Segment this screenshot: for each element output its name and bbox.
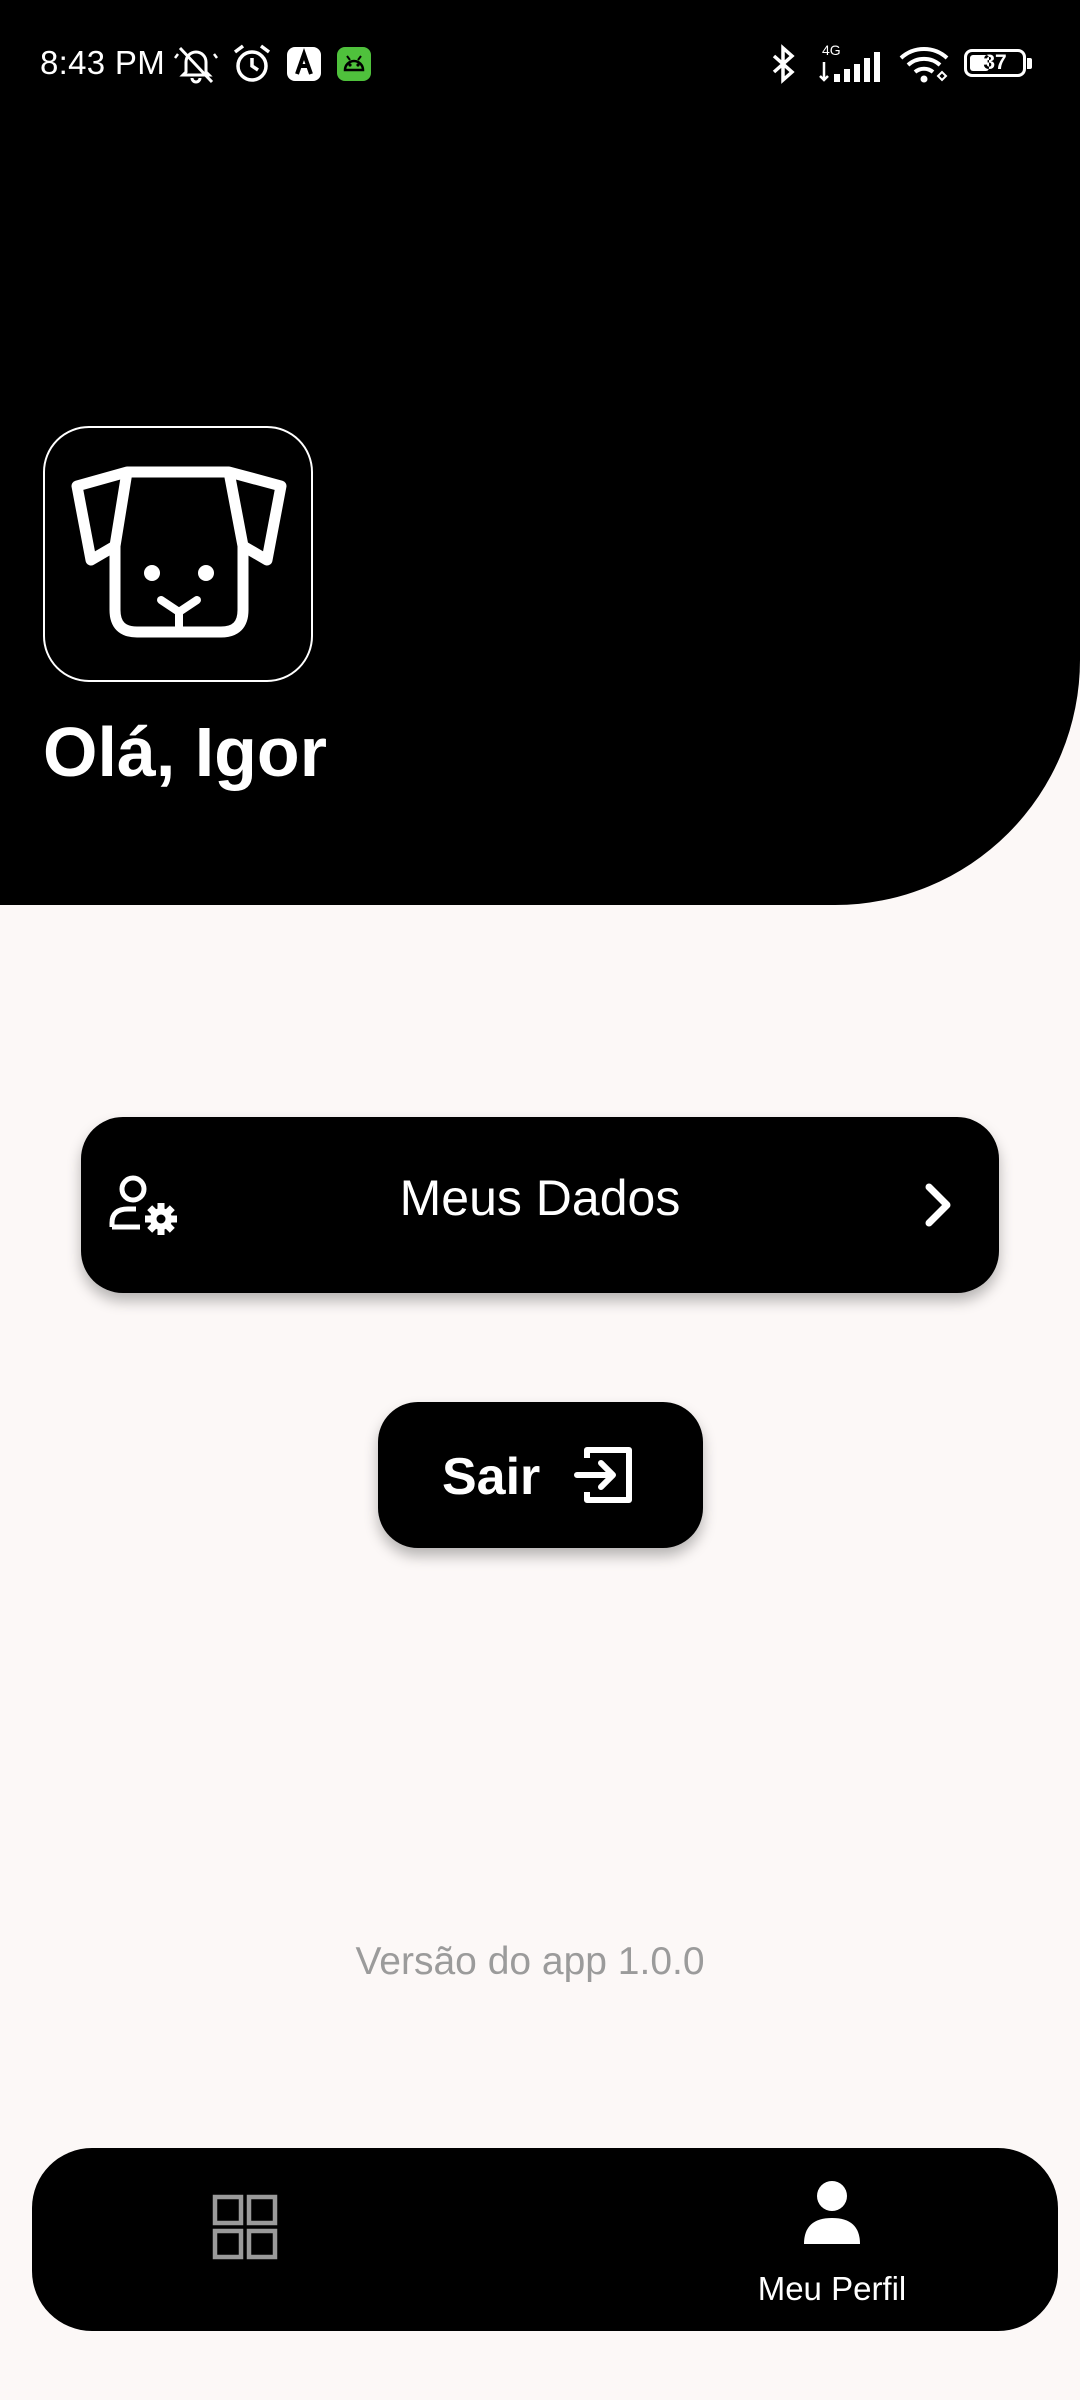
alarm-icon [233,44,271,82]
battery-percent: 37 [983,51,1007,74]
battery-icon: 37 [964,49,1026,77]
logout-label: Sair [442,1448,541,1506]
avatar[interactable] [43,426,313,682]
battery-tip [1027,58,1032,69]
dog-face-icon [71,466,287,638]
status-time: 8:43 PM [40,44,165,81]
nav-item-profile[interactable]: Meu Perfil [692,2148,972,2331]
app-notification-icon [287,47,321,81]
signal-icon [819,52,880,82]
muted-bell-icon [174,46,218,84]
bluetooth-icon [772,44,795,84]
grid-icon [212,2194,278,2260]
logout-button[interactable]: Sair [378,1402,703,1548]
profile-header: 8:43 PM 4G 37 Olá, Igor [0,0,1080,905]
chevron-right-icon [925,1183,951,1227]
status-bar: 8:43 PM 4G 37 [0,0,1080,130]
my-data-label: Meus Dados [399,1170,681,1226]
my-data-button[interactable]: Meus Dados [81,1117,999,1293]
nav-label-profile: Meu Perfil [757,2270,907,2307]
logout-icon [574,1447,632,1503]
bottom-navigation: Meu Perfil [32,2148,1058,2331]
greeting-title: Olá, Igor [43,713,327,791]
person-icon [804,2181,860,2244]
nav-item-dashboard[interactable] [212,2148,332,2331]
app-version: Versão do app 1.0.0 [355,1940,705,1983]
android-app-icon [337,47,371,81]
wifi-icon [899,47,949,83]
